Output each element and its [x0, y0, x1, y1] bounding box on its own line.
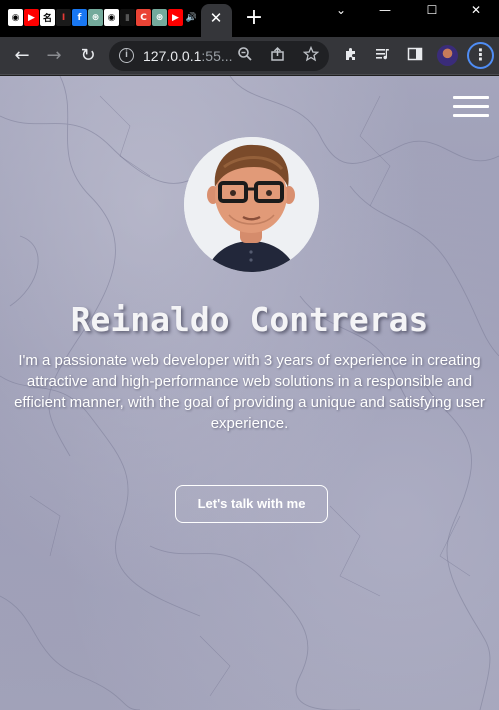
hero-name-heading: Reinaldo Contreras [70, 300, 429, 339]
hero-bio-text: I'm a passionate web developer with 3 ye… [14, 352, 485, 432]
browser-menu-button[interactable]: ⋮ [467, 42, 494, 69]
bookmark-icon[interactable]: I [56, 9, 71, 26]
dark-app-icon[interactable]: ▮ [120, 9, 135, 26]
new-tab-button[interactable]: + [244, 7, 264, 29]
lets-talk-button[interactable]: Let's talk with me [175, 485, 328, 523]
youtube-icon[interactable]: ▶ [168, 9, 183, 26]
maximize-button[interactable]: ☐ [409, 0, 455, 20]
url-rest: :55... [201, 48, 233, 64]
url-host: 127.0.0.1 [143, 48, 202, 64]
hero-section: Reinaldo Contreras I'm a passionate web … [0, 76, 499, 710]
forward-button[interactable]: → [42, 44, 66, 68]
facebook-icon[interactable]: f [72, 9, 87, 26]
media-playlist-icon[interactable] [373, 46, 393, 66]
tab-favicons: ◉ ▶ 名 If ⊛ ◉ ▮ C ⊛ ▶ 🔊 [8, 9, 200, 26]
profile-photo [184, 137, 319, 272]
chatgpt-icon[interactable]: ⊛ [88, 9, 103, 26]
url-text[interactable]: 127.0.0.1:55... [143, 48, 233, 64]
tab-strip: ◉ ▶ 名 If ⊛ ◉ ▮ C ⊛ ▶ 🔊 ✕ + ⌄ — ☐ ✕ [0, 0, 499, 37]
minimize-button[interactable]: — [362, 0, 408, 20]
zoom-icon[interactable] [235, 46, 255, 66]
site-info-icon[interactable]: i [119, 48, 134, 63]
profile-avatar[interactable] [437, 45, 458, 66]
side-panel-icon[interactable] [405, 46, 425, 66]
github-icon[interactable]: ◉ [8, 9, 23, 26]
chrome-c-icon[interactable]: C [136, 9, 151, 26]
back-button[interactable]: ← [10, 44, 34, 68]
hamburger-menu-icon[interactable] [453, 96, 489, 118]
bookmark-star-icon[interactable] [301, 45, 321, 66]
tab-search-chevron-icon[interactable]: ⌄ [318, 0, 364, 20]
youtube-icon[interactable]: ▶ [24, 9, 39, 26]
name-icon[interactable]: 名 [40, 9, 55, 26]
reload-button[interactable]: ↻ [76, 44, 100, 68]
browser-toolbar: ← → ↻ i 127.0.0.1:55... ⋮ [0, 37, 499, 75]
extensions-puzzle-icon[interactable] [341, 46, 361, 66]
speaker-icon[interactable]: 🔊 [184, 9, 199, 26]
close-window-button[interactable]: ✕ [453, 0, 499, 20]
github-icon[interactable]: ◉ [104, 9, 119, 26]
tab-close-icon[interactable]: ✕ [207, 9, 225, 27]
chatgpt-icon[interactable]: ⊛ [152, 9, 167, 26]
address-bar[interactable]: i 127.0.0.1:55... [109, 41, 329, 71]
share-icon[interactable] [268, 46, 288, 66]
